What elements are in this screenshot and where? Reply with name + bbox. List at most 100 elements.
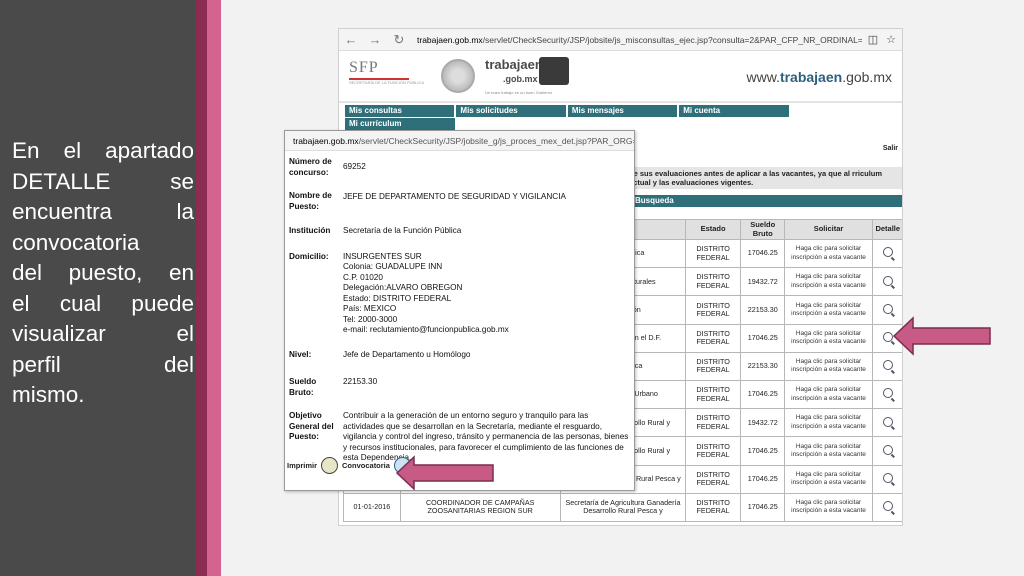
cell-estado: DISTRITO FEDERAL xyxy=(685,295,741,325)
cell-detalle xyxy=(871,238,902,269)
field-domicilio: Domicilio: INSURGENTES SUR Colonia: GUAD… xyxy=(289,251,509,335)
col-header-estado: Estado xyxy=(685,219,741,240)
logout-link[interactable]: Salir xyxy=(883,145,898,152)
cell-solicitar[interactable]: Haga clic para solicitar inscripción a e… xyxy=(784,323,873,353)
field-puesto: Nombre de Puesto: JEFE DE DEPARTAMENTO D… xyxy=(289,191,566,211)
notice-text: de sus evaluaciones antes de aplicar a l… xyxy=(625,167,902,189)
sfp-logo-subtitle: SECRETARÍA DE LA FUNCIÓN PÚBLICA xyxy=(349,80,425,85)
url-path: /servlet/CheckSecurity/JSP/jobsite/js_mi… xyxy=(482,34,862,45)
desc-line: visualizar el xyxy=(12,321,194,346)
desc-line: perfil del xyxy=(12,351,194,377)
detail-magnifier-icon[interactable] xyxy=(882,501,893,512)
cell-solicitar[interactable]: Haga clic para solicitar inscripción a e… xyxy=(784,492,873,522)
cell-estado: DISTRITO FEDERAL xyxy=(685,492,741,522)
cell-solicitar[interactable]: Haga clic para solicitar inscripción a e… xyxy=(784,267,873,297)
popup-url-host: trabajaen.gob.mx xyxy=(293,136,359,146)
detail-magnifier-icon[interactable] xyxy=(882,331,893,342)
trabajaen-logo-icon xyxy=(539,57,569,85)
cell-puesto: COORDINADOR DE CAMPAÑAS ZOOSANITARIAS RE… xyxy=(399,492,561,522)
cell-solicitar[interactable]: Haga clic para solicitar inscripción a e… xyxy=(784,295,873,325)
imprimir-label: Imprimir xyxy=(287,461,318,470)
cell-sueldo: 22153.30 xyxy=(739,351,786,381)
browser-toolbar: ← → ↻ trabajaen.gob.mx/servlet/CheckSecu… xyxy=(339,29,902,51)
cell-estado: DISTRITO FEDERAL xyxy=(685,379,741,410)
cell-sueldo: 22153.30 xyxy=(739,295,786,325)
detail-magnifier-icon[interactable] xyxy=(882,275,893,286)
menu-mis-mensajes[interactable]: Mis mensajes xyxy=(567,105,678,117)
brand-tagline: Un buen trabajo en un buen Gobierno xyxy=(485,90,553,95)
field-concurso: Número de concurso: 69252 xyxy=(289,157,366,177)
slide-description: En el apartado DETALLE se encuentra la c… xyxy=(12,136,194,411)
accent-stripe-pink xyxy=(207,0,221,576)
cell-detalle xyxy=(871,408,902,438)
menu-mi-cuenta[interactable]: Mi cuenta xyxy=(679,105,789,117)
cell-solicitar[interactable]: Haga clic para solicitar inscripción a e… xyxy=(784,464,873,494)
site-header: SFP SECRETARÍA DE LA FUNCIÓN PÚBLICA tra… xyxy=(339,51,902,103)
cell-detalle xyxy=(871,379,902,410)
cell-dependencia: Secretaría de Agricultura Ganadería Desa… xyxy=(559,492,687,522)
search-results-header: Busqueda xyxy=(631,195,902,207)
detail-magnifier-icon[interactable] xyxy=(882,444,893,455)
desc-line: del puesto, en xyxy=(12,260,194,285)
url-host: trabajaen.gob.mx xyxy=(417,34,483,45)
menu-mi-curriculum[interactable]: Mi currículum xyxy=(345,118,455,130)
cell-solicitar[interactable]: Haga clic para solicitar inscripción a e… xyxy=(784,379,873,410)
desc-line: DETALLE se xyxy=(12,168,194,194)
sfp-logo: SFP SECRETARÍA DE LA FUNCIÓN PÚBLICA xyxy=(349,59,429,99)
address-bar[interactable]: trabajaen.gob.mx/servlet/CheckSecurity/J… xyxy=(411,35,862,45)
popup-body: Número de concurso: 69252 Nombre de Pues… xyxy=(285,151,634,470)
sfp-logo-text: SFP xyxy=(349,59,379,76)
cell-sueldo: 17046.25 xyxy=(739,238,786,269)
cell-sueldo: 19432.72 xyxy=(739,408,786,438)
field-sueldo: Sueldo Bruto: 22153.30 xyxy=(289,377,378,397)
cell-estado: DISTRITO FEDERAL xyxy=(685,351,741,381)
popup-url-path: /servlet/CheckSecurity/JSP/jobsite_g/js_… xyxy=(358,136,634,146)
cell-estado: DISTRITO FEDERAL xyxy=(685,267,741,297)
cell-estado: DISTRITO FEDERAL xyxy=(685,238,741,269)
pointer-arrow-detail xyxy=(893,316,991,356)
cell-sueldo: 17046.25 xyxy=(739,492,786,522)
accent-stripe-maroon xyxy=(196,0,207,576)
cell-fecha: 01-01-2016 xyxy=(343,492,401,522)
desc-line: el cual puede xyxy=(12,290,194,316)
table-row: 01-01-2016 COORDINADOR DE CAMPAÑAS ZOOSAN… xyxy=(343,492,902,522)
col-header-sueldo: Sueldo Bruto xyxy=(739,219,786,240)
cell-sueldo: 17046.25 xyxy=(739,464,786,494)
col-header-detalle: Detalle xyxy=(871,219,902,240)
menu-mis-solicitudes[interactable]: Mis solicitudes xyxy=(456,105,566,117)
cell-solicitar[interactable]: Haga clic para solicitar inscripción a e… xyxy=(784,351,873,381)
detail-magnifier-icon[interactable] xyxy=(882,247,893,258)
detail-magnifier-icon[interactable] xyxy=(882,416,893,427)
cell-solicitar[interactable]: Haga clic para solicitar inscripción a e… xyxy=(784,238,873,269)
cell-detalle xyxy=(871,464,902,494)
cell-sueldo: 19432.72 xyxy=(739,267,786,297)
popup-address-bar[interactable]: trabajaen.gob.mx/servlet/CheckSecurity/J… xyxy=(285,131,634,151)
reading-view-icon[interactable]: ◫ xyxy=(868,33,878,46)
cell-solicitar[interactable]: Haga clic para solicitar inscripción a e… xyxy=(784,436,873,466)
detail-magnifier-icon[interactable] xyxy=(882,472,893,483)
refresh-icon[interactable]: ↻ xyxy=(387,32,411,48)
national-seal-icon xyxy=(441,59,475,93)
detail-magnifier-icon[interactable] xyxy=(882,360,893,371)
forward-arrow-icon[interactable]: → xyxy=(363,32,387,47)
cell-sueldo: 17046.25 xyxy=(739,323,786,353)
desc-line: convocatoria xyxy=(12,229,140,255)
main-menu: Mis consultas Mis solicitudes Mis mensaj… xyxy=(345,105,900,131)
desc-line: encuentra la xyxy=(12,199,194,224)
menu-mis-consultas[interactable]: Mis consultas xyxy=(345,105,455,117)
detail-magnifier-icon[interactable] xyxy=(882,388,893,399)
convocatoria-label: Convocatoria xyxy=(342,461,390,470)
field-nivel: Nivel: Jefe de Departamento u Homólogo xyxy=(289,349,471,359)
cell-sueldo: 17046.25 xyxy=(739,379,786,410)
detail-magnifier-icon[interactable] xyxy=(882,303,893,314)
cell-detalle xyxy=(871,267,902,297)
print-icon[interactable] xyxy=(321,457,339,474)
col-header-solicitar: Solicitar xyxy=(784,219,873,240)
cell-estado: DISTRITO FEDERAL xyxy=(685,408,741,438)
back-arrow-icon[interactable]: ← xyxy=(339,32,363,47)
cell-solicitar[interactable]: Haga clic para solicitar inscripción a e… xyxy=(784,408,873,438)
favorite-star-icon[interactable]: ☆ xyxy=(886,33,896,46)
cell-detalle xyxy=(871,351,902,381)
cell-estado: DISTRITO FEDERAL xyxy=(685,436,741,466)
field-institucion: Institución Secretaría de la Función Púb… xyxy=(289,226,462,235)
